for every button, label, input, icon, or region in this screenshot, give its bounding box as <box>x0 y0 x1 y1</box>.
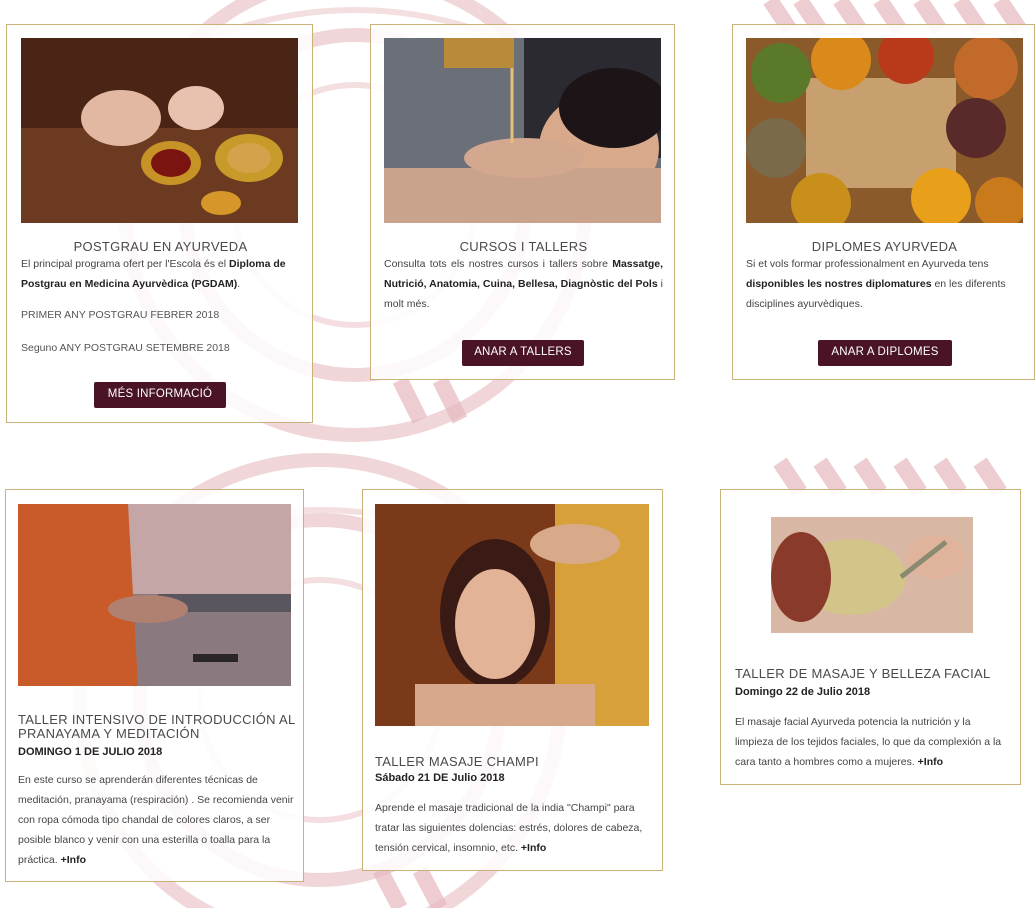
course-title: DIPLOMES AYURVEDA <box>811 239 958 254</box>
intro-highlight: disponibles les nostres diplomatures <box>746 278 932 290</box>
go-to-diplomas-button[interactable]: ANAR A DIPLOMES <box>818 340 952 366</box>
description-text: El masaje facial Ayurveda potencia la nu… <box>735 716 1002 768</box>
workshop-title: TALLER MASAJE CHAMPI <box>375 754 539 769</box>
facial-mask-image[interactable] <box>771 517 973 633</box>
workshop-card-facial: TALLER DE MASAJE Y BELLEZA FACIAL Doming… <box>720 489 1021 785</box>
workshop-description: Aprende el masaje tradicional de la indi… <box>375 798 653 858</box>
head-massage-image[interactable] <box>375 504 649 726</box>
more-info-link[interactable]: +Info <box>521 842 546 854</box>
course-card-diplomes: DIPLOMES AYURVEDA Si et vols formar prof… <box>732 24 1035 380</box>
ayurveda-treatment-image[interactable] <box>21 38 298 223</box>
schedule-first-year: PRIMER ANY POSTGRAU FEBRER 2018 <box>21 309 220 321</box>
course-card-tallers: CURSOS I TALLERS Consulta tots els nostr… <box>370 24 675 380</box>
go-to-workshops-button[interactable]: ANAR A TALLERS <box>462 340 584 366</box>
workshop-date: DOMINGO 1 DE JULIO 2018 <box>18 746 163 758</box>
meditation-image[interactable] <box>18 504 291 686</box>
intro-text: Si et vols formar professionalment en Ay… <box>746 258 989 270</box>
workshop-date: Sábado 21 DE Julio 2018 <box>375 772 505 784</box>
description-text: Aprende el masaje tradicional de la indi… <box>375 802 643 854</box>
course-title: POSTGRAU EN AYURVEDA <box>73 239 248 254</box>
intro-text-end: . <box>237 278 241 290</box>
workshop-description: En este curso se aprenderán diferentes t… <box>18 770 296 870</box>
more-info-link[interactable]: +Info <box>918 756 943 768</box>
workshop-date: Domingo 22 de Julio 2018 <box>735 686 871 698</box>
spices-image[interactable] <box>746 38 1023 223</box>
workshop-title: TALLER INTENSIVO DE INTRODUCCIÓN AL PRAN… <box>18 712 296 741</box>
course-intro: El principal programa ofert per l'Escola… <box>21 254 303 294</box>
course-intro: Consulta tots els nostres cursos i talle… <box>384 254 663 314</box>
more-info-link[interactable]: +Info <box>61 854 86 866</box>
schedule-second-year: Seguno ANY POSTGRAU SETEMBRE 2018 <box>21 342 230 354</box>
workshop-card-champi: TALLER MASAJE CHAMPI Sábado 21 DE Julio … <box>362 489 663 871</box>
intro-text: Consulta tots els nostres cursos i talle… <box>384 258 613 270</box>
course-title: CURSOS I TALLERS <box>459 239 588 254</box>
intro-text: El principal programa ofert per l'Escola… <box>21 258 230 270</box>
more-info-button[interactable]: MÉS INFORMACIÓ <box>94 382 226 408</box>
course-intro: Si et vols formar professionalment en Ay… <box>746 254 1026 314</box>
workshop-title: TALLER DE MASAJE Y BELLEZA FACIAL <box>735 666 991 681</box>
course-card-postgrau: POSTGRAU EN AYURVEDA El principal progra… <box>6 24 313 423</box>
workshop-card-pranayama: TALLER INTENSIVO DE INTRODUCCIÓN AL PRAN… <box>5 489 304 882</box>
description-text: En este curso se aprenderán diferentes t… <box>18 774 294 866</box>
workshop-description: El masaje facial Ayurveda potencia la nu… <box>735 712 1011 772</box>
oil-massage-image[interactable] <box>384 38 661 223</box>
